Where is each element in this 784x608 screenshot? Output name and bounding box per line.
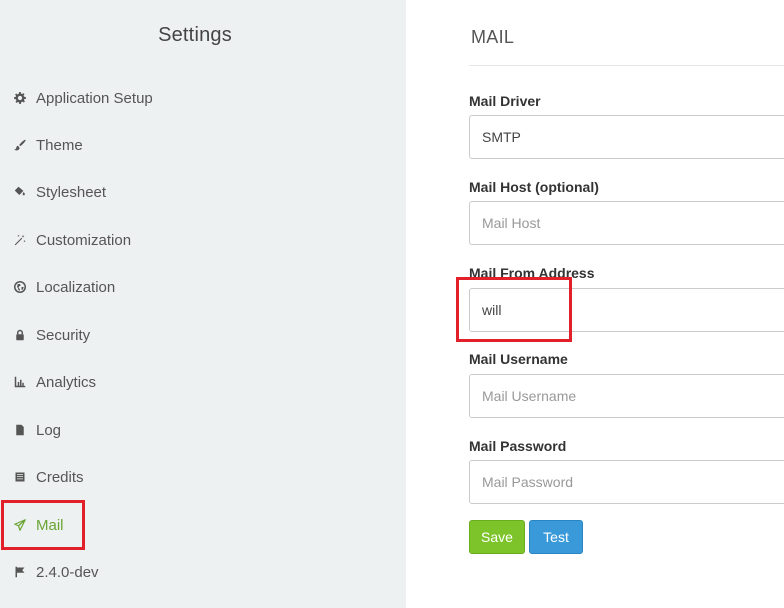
sidebar-item-label: Application Setup [36, 89, 153, 107]
mail-username-label: Mail Username [469, 351, 568, 367]
save-button[interactable]: Save [469, 520, 525, 554]
paint-bucket-icon [12, 184, 28, 200]
sidebar-item-label: Theme [36, 136, 83, 154]
mail-password-label: Mail Password [469, 438, 567, 454]
sidebar-item-label: Mail [36, 516, 64, 534]
file-icon [12, 422, 28, 438]
mail-host-field[interactable] [469, 201, 784, 245]
sidebar-item-label: Security [36, 326, 91, 344]
sidebar-item-localization[interactable]: Localization [12, 274, 115, 300]
test-button[interactable]: Test [529, 520, 583, 554]
sidebar-item-analytics[interactable]: Analytics [12, 369, 96, 395]
bar-chart-icon [12, 374, 28, 390]
title-divider [469, 65, 784, 66]
sidebar-item-credits[interactable]: Credits [12, 464, 84, 490]
sidebar-item-mail[interactable]: Mail [12, 512, 64, 538]
paper-plane-icon [12, 517, 28, 533]
sidebar-item-customization[interactable]: Customization [12, 227, 131, 253]
sidebar-item-log[interactable]: Log [12, 417, 61, 443]
flag-icon [12, 564, 28, 580]
mail-driver-field[interactable] [469, 115, 784, 159]
sidebar-title: Settings [158, 24, 232, 46]
sidebar-item-version[interactable]: 2.4.0-dev [12, 559, 99, 585]
lock-icon [12, 327, 28, 343]
mail-from-address-field[interactable] [469, 288, 784, 332]
sidebar-item-label: Log [36, 421, 62, 439]
sidebar-item-label: Analytics [36, 373, 97, 391]
globe-icon [12, 279, 28, 295]
sidebar-item-label: Localization [36, 278, 116, 296]
sidebar-item-label: Customization [36, 231, 132, 249]
mail-settings-panel: MAIL Mail Driver Mail Host (optional) Ma… [406, 0, 784, 608]
brush-icon [12, 137, 28, 153]
sidebar-item-theme[interactable]: Theme [12, 132, 83, 158]
page-title: MAIL [471, 27, 515, 47]
magic-wand-icon [12, 232, 28, 248]
mail-from-address-label: Mail From Address [469, 265, 595, 281]
mail-username-field[interactable] [469, 374, 784, 418]
mail-password-field[interactable] [469, 460, 784, 504]
sidebar-item-label: Credits [36, 468, 84, 486]
sidebar-item-stylesheet[interactable]: Stylesheet [12, 179, 106, 205]
settings-sidebar: Settings Application Setup Theme Stylesh… [0, 0, 406, 608]
mail-driver-label: Mail Driver [469, 93, 541, 109]
gear-icon [12, 90, 28, 106]
list-icon [12, 469, 28, 485]
sidebar-item-label: 2.4.0-dev [36, 563, 99, 581]
sidebar-item-label: Stylesheet [36, 183, 107, 201]
sidebar-item-application-setup[interactable]: Application Setup [12, 85, 153, 111]
mail-host-label: Mail Host (optional) [469, 179, 599, 195]
sidebar-item-security[interactable]: Security [12, 322, 90, 348]
